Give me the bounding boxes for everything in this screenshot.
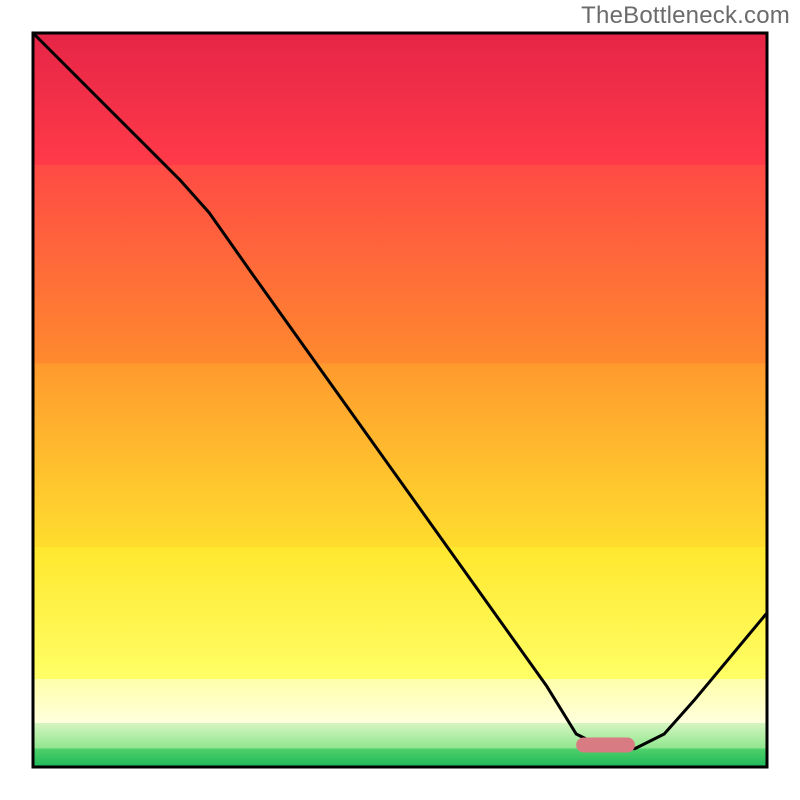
chart-svg (0, 0, 800, 800)
optimal-marker (576, 737, 635, 752)
bottleneck-chart: TheBottleneck.com (0, 0, 800, 800)
watermark-text: TheBottleneck.com (581, 2, 790, 30)
